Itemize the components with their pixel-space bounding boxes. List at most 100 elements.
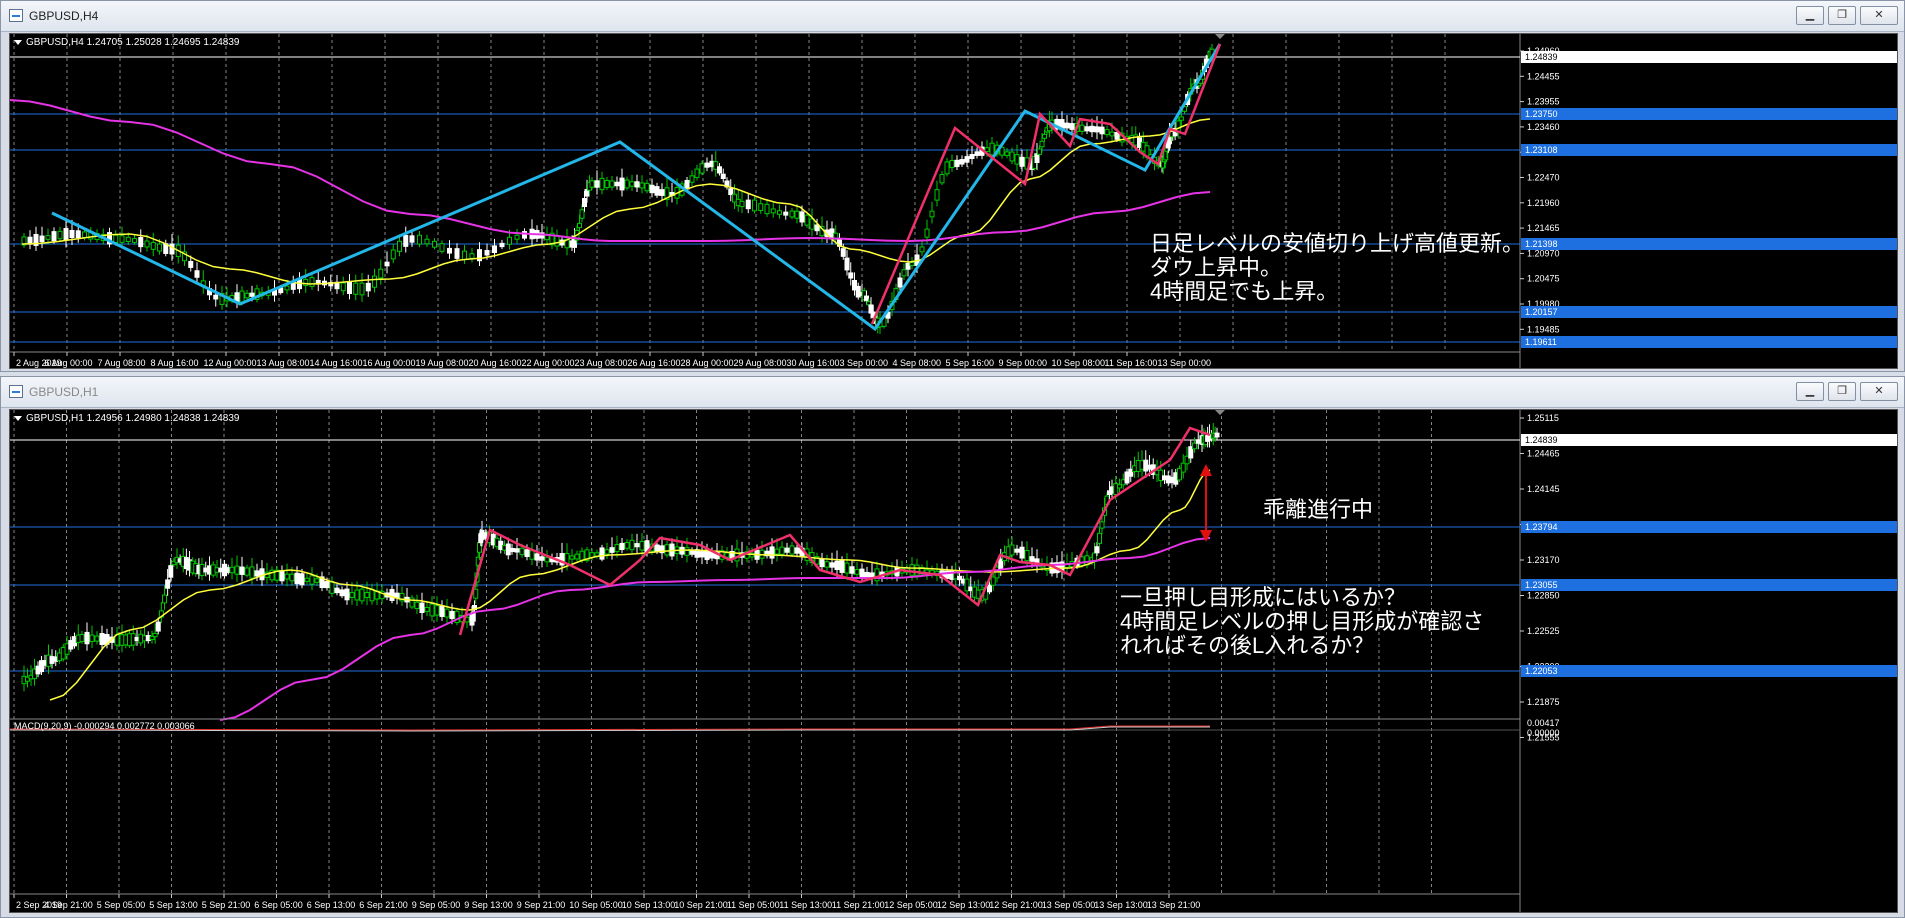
price-tag-label: 1.23750 bbox=[1525, 109, 1558, 119]
candle-body bbox=[378, 268, 384, 279]
time-label: 8 Aug 16:00 bbox=[151, 358, 199, 368]
chart-canvas[interactable]: 2 Sep 20194 Sep 21:00 5 Sep 05:00 5 Sep 13… bbox=[10, 410, 1898, 913]
window-titlebar[interactable]: GBPUSD,H4 ▁ ❐ ✕ bbox=[1, 1, 1904, 32]
candle-body bbox=[564, 553, 570, 564]
candle-body bbox=[499, 242, 505, 248]
candle-body bbox=[329, 581, 335, 594]
candle-body bbox=[514, 548, 520, 553]
annotation-line: 4時間足レベルの押し目形成が確認さ bbox=[1120, 609, 1485, 634]
minimize-icon: ▁ bbox=[1805, 385, 1815, 397]
candle-body bbox=[629, 539, 635, 551]
candle-body bbox=[473, 588, 479, 599]
candle-body bbox=[901, 269, 907, 277]
candle-body bbox=[529, 550, 535, 560]
candle-body bbox=[284, 573, 290, 580]
chart-window-h4[interactable]: GBPUSD,H4 ▁ ❐ ✕ 2 Aug 2019 6 Aug 00:00 7 A… bbox=[0, 0, 1905, 372]
time-label: 20 Aug 16:00 bbox=[469, 358, 522, 368]
candle-body bbox=[934, 189, 940, 201]
candle-body bbox=[664, 544, 670, 556]
candle-body bbox=[339, 589, 345, 597]
candle-body bbox=[303, 278, 309, 286]
candle-body bbox=[69, 230, 75, 238]
candle-body bbox=[1104, 129, 1110, 136]
candle-body bbox=[764, 203, 770, 215]
minimize-button[interactable]: ▁ bbox=[1796, 382, 1824, 401]
candle-body bbox=[390, 249, 396, 260]
candle-body bbox=[769, 546, 775, 559]
window-titlebar[interactable]: GBPUSD,H1 ▁ ❐ ✕ bbox=[1, 377, 1904, 408]
candle-body bbox=[654, 544, 660, 553]
time-label: 7 Aug 08:00 bbox=[98, 358, 146, 368]
chart-annotation: 日足レベルの安値切り上げ高値更新。 ダウ上昇中。 4時間足でも上昇。 bbox=[1150, 232, 1524, 304]
candle-body bbox=[125, 236, 131, 242]
candle-body bbox=[752, 199, 757, 212]
candle-body bbox=[454, 248, 460, 259]
candle-body bbox=[304, 577, 310, 582]
candle-body bbox=[389, 589, 395, 601]
time-label: 10 Sep 08:00 bbox=[1052, 358, 1106, 368]
candle-body bbox=[89, 634, 95, 643]
candle-body bbox=[689, 175, 695, 183]
ohlc-values: GBPUSD,H1 1.24956 1.24980 1.24838 1.2483… bbox=[26, 413, 240, 424]
candle-body bbox=[624, 542, 630, 549]
candle-body bbox=[905, 262, 911, 270]
annotation-line: れればその後L入れるか？ bbox=[1120, 633, 1375, 658]
chart-canvas[interactable]: 2 Aug 20196 Aug 00:00 7 Aug 08:00 8 Aug 16… bbox=[10, 34, 1898, 369]
candle-body bbox=[162, 594, 167, 604]
time-label: 5 Sep 05:00 bbox=[97, 900, 146, 910]
candle-body bbox=[624, 179, 630, 189]
candle-body bbox=[758, 203, 764, 211]
restore-button[interactable]: ❐ bbox=[1828, 6, 1856, 25]
time-label: 13 Sep 05:00 bbox=[1042, 900, 1096, 910]
candle-body bbox=[349, 592, 355, 598]
chart-info-line: GBPUSD,H1 1.24956 1.24980 1.24838 1.2483… bbox=[14, 413, 240, 424]
time-label: 29 Aug 08:00 bbox=[734, 358, 787, 368]
candle-body bbox=[779, 546, 785, 555]
price-label: 1.24465 bbox=[1527, 449, 1560, 459]
time-label: 13 Aug 08:00 bbox=[257, 358, 310, 368]
candle-body bbox=[989, 142, 995, 156]
candle-body bbox=[1042, 133, 1047, 139]
candle-body bbox=[794, 547, 800, 554]
candle-body bbox=[469, 253, 475, 259]
candle-body bbox=[152, 632, 158, 638]
minimize-button[interactable]: ▁ bbox=[1796, 6, 1824, 25]
candle-body bbox=[1009, 544, 1015, 556]
time-label: 12 Sep 05:00 bbox=[884, 900, 938, 910]
candle-body bbox=[359, 282, 365, 296]
time-label: 3 Sep 00:00 bbox=[840, 358, 889, 368]
restore-button[interactable]: ❐ bbox=[1828, 382, 1856, 401]
candle-body bbox=[414, 601, 420, 610]
chart-window-h1[interactable]: GBPUSD,H1 ▁ ❐ ✕ 2 Sep 2019 4 Sep 21:00 5 S… bbox=[0, 376, 1905, 918]
candle-body bbox=[369, 588, 375, 602]
candle-body bbox=[519, 547, 525, 556]
candle-body bbox=[539, 556, 545, 561]
price-label: 1.21875 bbox=[1527, 697, 1560, 707]
candle-body bbox=[694, 168, 700, 178]
chart-menu-triangle-icon[interactable] bbox=[14, 415, 22, 421]
candle-body bbox=[239, 566, 245, 575]
chart-menu-triangle-icon[interactable] bbox=[14, 39, 22, 45]
close-button[interactable]: ✕ bbox=[1860, 382, 1898, 401]
candle-body bbox=[79, 634, 85, 642]
candle-body bbox=[449, 610, 455, 620]
price-chart-h4[interactable]: 2 Aug 2019 6 Aug 00:00 7 Aug 08:00 8 Aug 16… bbox=[9, 33, 1898, 369]
close-button[interactable]: ✕ bbox=[1860, 6, 1898, 25]
time-label: 9 Sep 21:00 bbox=[517, 900, 566, 910]
candle-body bbox=[524, 549, 530, 557]
candle-body bbox=[864, 571, 870, 578]
candle-body bbox=[774, 548, 780, 555]
candle-body bbox=[1029, 556, 1035, 562]
candle-body bbox=[1079, 124, 1085, 132]
candle-body bbox=[604, 549, 610, 555]
zigzag-trendline-red bbox=[458, 426, 1211, 636]
time-label: 4 Sep 08:00 bbox=[893, 358, 942, 368]
candle-body bbox=[864, 295, 869, 302]
candle-body bbox=[987, 584, 992, 593]
time-label: 4 Sep 21:00 bbox=[44, 900, 93, 910]
time-label: 10 Sep 05:00 bbox=[569, 900, 623, 910]
price-label: 1.22470 bbox=[1527, 173, 1560, 183]
moving-average-slow bbox=[219, 537, 1211, 721]
candle-body bbox=[419, 602, 425, 613]
price-chart-h1[interactable]: 2 Sep 2019 4 Sep 21:00 5 Sep 05:00 5 Sep 13… bbox=[9, 409, 1898, 913]
